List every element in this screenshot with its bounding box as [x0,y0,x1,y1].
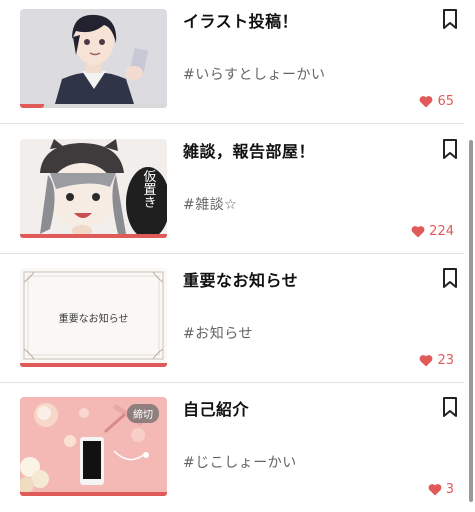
post-thumbnail[interactable]: 締切 [20,397,167,496]
like-count-value: 224 [429,224,454,239]
post-list: イラスト投稿！ #いらすとしょーかい 65 仮置き 雑談，報告部屋！ #雑談☆ … [0,0,475,512]
thumbnail-caption: 仮置き [141,170,157,209]
like-count-value: 23 [437,353,454,368]
post-title[interactable]: 自己紹介 [183,396,249,420]
heart-icon [420,355,433,367]
post-item[interactable]: 締切 自己紹介 #じこしょーかい 3 [0,382,464,511]
thumbnail-caption: 重要なお知らせ [59,312,129,325]
post-tag[interactable]: #いらすとしょーかい [183,64,325,84]
post-thumbnail[interactable]: 仮置き [20,139,167,238]
like-count[interactable]: 65 [419,94,454,109]
status-badge: 締切 [127,404,159,423]
post-title[interactable]: イラスト投稿！ [183,8,298,32]
like-count-value: 3 [445,482,454,497]
post-progress-bar [20,234,167,238]
bookmark-icon[interactable] [440,8,460,30]
post-progress-fill [20,492,167,496]
post-thumbnail[interactable]: 重要なお知らせ [20,268,167,367]
bookmark-icon[interactable] [440,267,460,289]
anime-character-thumbnail-image: 仮置き [20,139,167,234]
post-progress-bar [20,104,167,108]
post-progress-bar [20,363,167,367]
like-count-value: 65 [437,94,454,109]
heart-icon [428,484,442,496]
like-count[interactable]: 3 [428,482,454,497]
post-item[interactable]: イラスト投稿！ #いらすとしょーかい 65 [0,0,464,124]
post-title[interactable]: 雑談，報告部屋！ [183,138,315,162]
post-item[interactable]: 仮置き 雑談，報告部屋！ #雑談☆ 224 [0,124,464,254]
bookmark-icon[interactable] [440,138,460,160]
post-item[interactable]: 重要なお知らせ 重要なお知らせ #お知らせ 23 [0,253,464,383]
like-count[interactable]: 224 [411,224,454,239]
post-tag[interactable]: #じこしょーかい [183,452,297,472]
post-title[interactable]: 重要なお知らせ [183,267,298,291]
post-tag[interactable]: #雑談☆ [183,194,237,214]
post-progress-bar [20,492,167,496]
anime-boy-thumbnail-image [20,9,167,104]
scrollbar[interactable] [469,140,473,502]
heart-icon [411,226,425,238]
post-progress-fill [20,363,167,367]
post-tag[interactable]: #お知らせ [183,323,253,343]
post-progress-fill [20,104,44,108]
post-thumbnail[interactable] [20,9,167,108]
post-progress-fill [20,234,167,238]
heart-icon [420,96,433,108]
like-count[interactable]: 23 [419,353,454,368]
notice-card-thumbnail-image: 重要なお知らせ [20,268,167,363]
bookmark-icon[interactable] [440,396,460,418]
